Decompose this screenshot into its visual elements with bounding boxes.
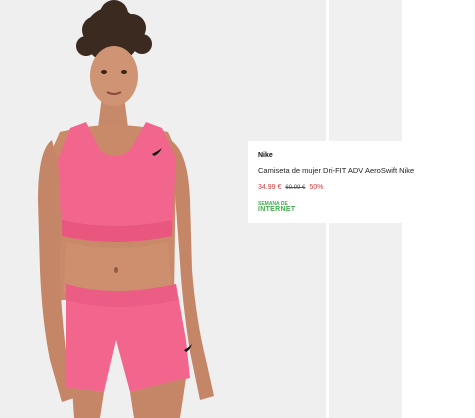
- promo-badge-line2: INTERNET: [258, 206, 296, 213]
- current-price: 34.99 €: [258, 184, 282, 191]
- brand-name: Nike: [258, 152, 273, 159]
- promo-badge: SEMANA DE INTERNET: [258, 201, 402, 213]
- original-price: 69.99 €: [285, 185, 306, 191]
- product-listing-view: Nike Camiseta de mujer Dri-FIT ADV AeroS…: [0, 0, 475, 418]
- product-title[interactable]: Camiseta de mujer Dri-FIT ADV AeroSwift …: [258, 166, 414, 176]
- price-row: 34.99 € 69.99 € 50%: [258, 183, 402, 193]
- discount-badge: 50%: [309, 184, 324, 191]
- adjacent-card-panel: [402, 7, 475, 418]
- product-info-card[interactable]: Nike Camiseta de mujer Dri-FIT ADV AeroS…: [248, 141, 414, 223]
